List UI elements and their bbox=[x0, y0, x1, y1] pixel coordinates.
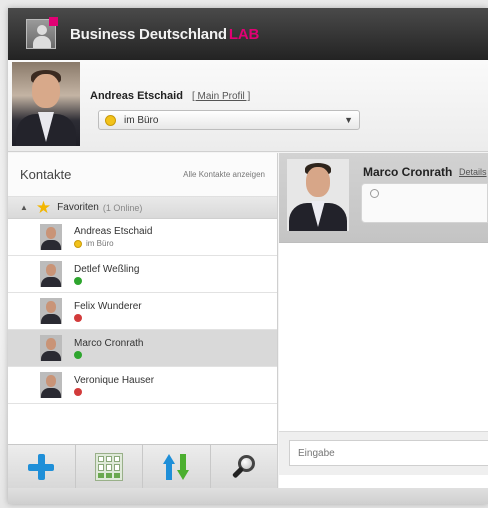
dialpad-button[interactable] bbox=[76, 445, 143, 488]
offline-status-icon bbox=[74, 387, 82, 396]
add-contact-button[interactable] bbox=[8, 445, 76, 488]
star-icon: ★ bbox=[35, 198, 52, 217]
app-title: Business Deutschland LAB bbox=[70, 26, 259, 43]
dialpad-icon bbox=[94, 452, 123, 481]
app-title-suffix: LAB bbox=[228, 25, 260, 43]
favorites-group-header[interactable]: ▲ ★ Favoriten (1 Online) bbox=[8, 197, 277, 219]
chat-details-link[interactable]: Details bbox=[459, 167, 487, 177]
search-button[interactable] bbox=[211, 445, 278, 488]
app-logo-icon bbox=[26, 17, 58, 49]
contact-name: Marco Cronrath bbox=[74, 337, 144, 349]
sync-button[interactable] bbox=[143, 445, 211, 488]
chat-panel: Marco Cronrath Details bbox=[279, 153, 488, 488]
bottom-toolbar bbox=[8, 444, 278, 488]
contact-row-detlef-wessling[interactable]: Detlef Weßling bbox=[8, 256, 277, 293]
contacts-panel: Kontakte Alle Kontakte anzeigen ▲ ★ Favo… bbox=[8, 153, 278, 444]
contact-status-text: im Büro bbox=[86, 239, 114, 248]
contact-name: Veronique Hauser bbox=[74, 374, 155, 386]
contact-avatar bbox=[40, 298, 62, 324]
contact-name: Felix Wunderer bbox=[74, 300, 142, 312]
user-header: Andreas Etschaid [ Main Profil ] im Büro… bbox=[8, 60, 488, 152]
online-status-icon bbox=[74, 350, 82, 359]
status-strip bbox=[8, 488, 488, 504]
main-profile-link[interactable]: [ Main Profil ] bbox=[192, 91, 250, 102]
mood-icon bbox=[370, 189, 379, 198]
chat-input-bar bbox=[279, 431, 488, 475]
contact-row-andreas-etschaid[interactable]: Andreas Etschaid im Büro bbox=[8, 219, 277, 256]
user-name: Andreas Etschaid bbox=[90, 90, 183, 102]
status-select[interactable]: im Büro ▼ bbox=[98, 110, 360, 130]
offline-status-icon bbox=[74, 313, 82, 322]
chat-message-area[interactable] bbox=[279, 243, 488, 423]
contact-avatar bbox=[40, 224, 62, 250]
away-status-icon bbox=[74, 239, 82, 248]
collapse-triangle-icon[interactable]: ▲ bbox=[20, 203, 28, 212]
contacts-header: Kontakte Alle Kontakte anzeigen bbox=[8, 153, 277, 197]
chat-contact-name: Marco Cronrath bbox=[363, 165, 453, 179]
sync-icon bbox=[161, 452, 191, 482]
user-avatar[interactable] bbox=[12, 62, 80, 146]
contact-avatar bbox=[40, 335, 62, 361]
favorites-group-name: Favoriten bbox=[57, 202, 99, 213]
contact-row-veronique-hauser[interactable]: Veronique Hauser bbox=[8, 367, 277, 404]
status-select-label: im Büro bbox=[124, 114, 159, 126]
app-window: Business Deutschland LAB Andreas Etschaid… bbox=[8, 8, 488, 504]
online-status-icon bbox=[74, 276, 82, 285]
user-name-row: Andreas Etschaid [ Main Profil ] bbox=[90, 90, 250, 102]
search-icon bbox=[230, 453, 258, 481]
all-contacts-link[interactable]: Alle Kontakte anzeigen bbox=[183, 170, 265, 179]
contacts-title: Kontakte bbox=[20, 167, 72, 182]
title-bar: Business Deutschland LAB bbox=[8, 8, 488, 60]
favorites-online-count: (1 Online) bbox=[102, 202, 143, 213]
chat-input[interactable] bbox=[289, 440, 488, 466]
smiley-icon bbox=[105, 114, 116, 126]
contact-name: Detlef Weßling bbox=[74, 263, 140, 275]
contact-row-felix-wunderer[interactable]: Felix Wunderer bbox=[8, 293, 277, 330]
chat-contact-avatar bbox=[287, 159, 349, 231]
contact-name: Andreas Etschaid bbox=[74, 226, 153, 237]
contact-avatar bbox=[40, 372, 62, 398]
chat-header: Marco Cronrath Details bbox=[279, 153, 488, 243]
contact-row-marco-cronrath[interactable]: Marco Cronrath bbox=[8, 330, 277, 367]
add-contact-icon bbox=[26, 452, 56, 482]
chat-status-message bbox=[361, 183, 488, 223]
contact-avatar bbox=[40, 261, 62, 287]
app-title-text: Business Deutschland bbox=[70, 25, 227, 43]
chevron-down-icon: ▼ bbox=[344, 115, 353, 125]
